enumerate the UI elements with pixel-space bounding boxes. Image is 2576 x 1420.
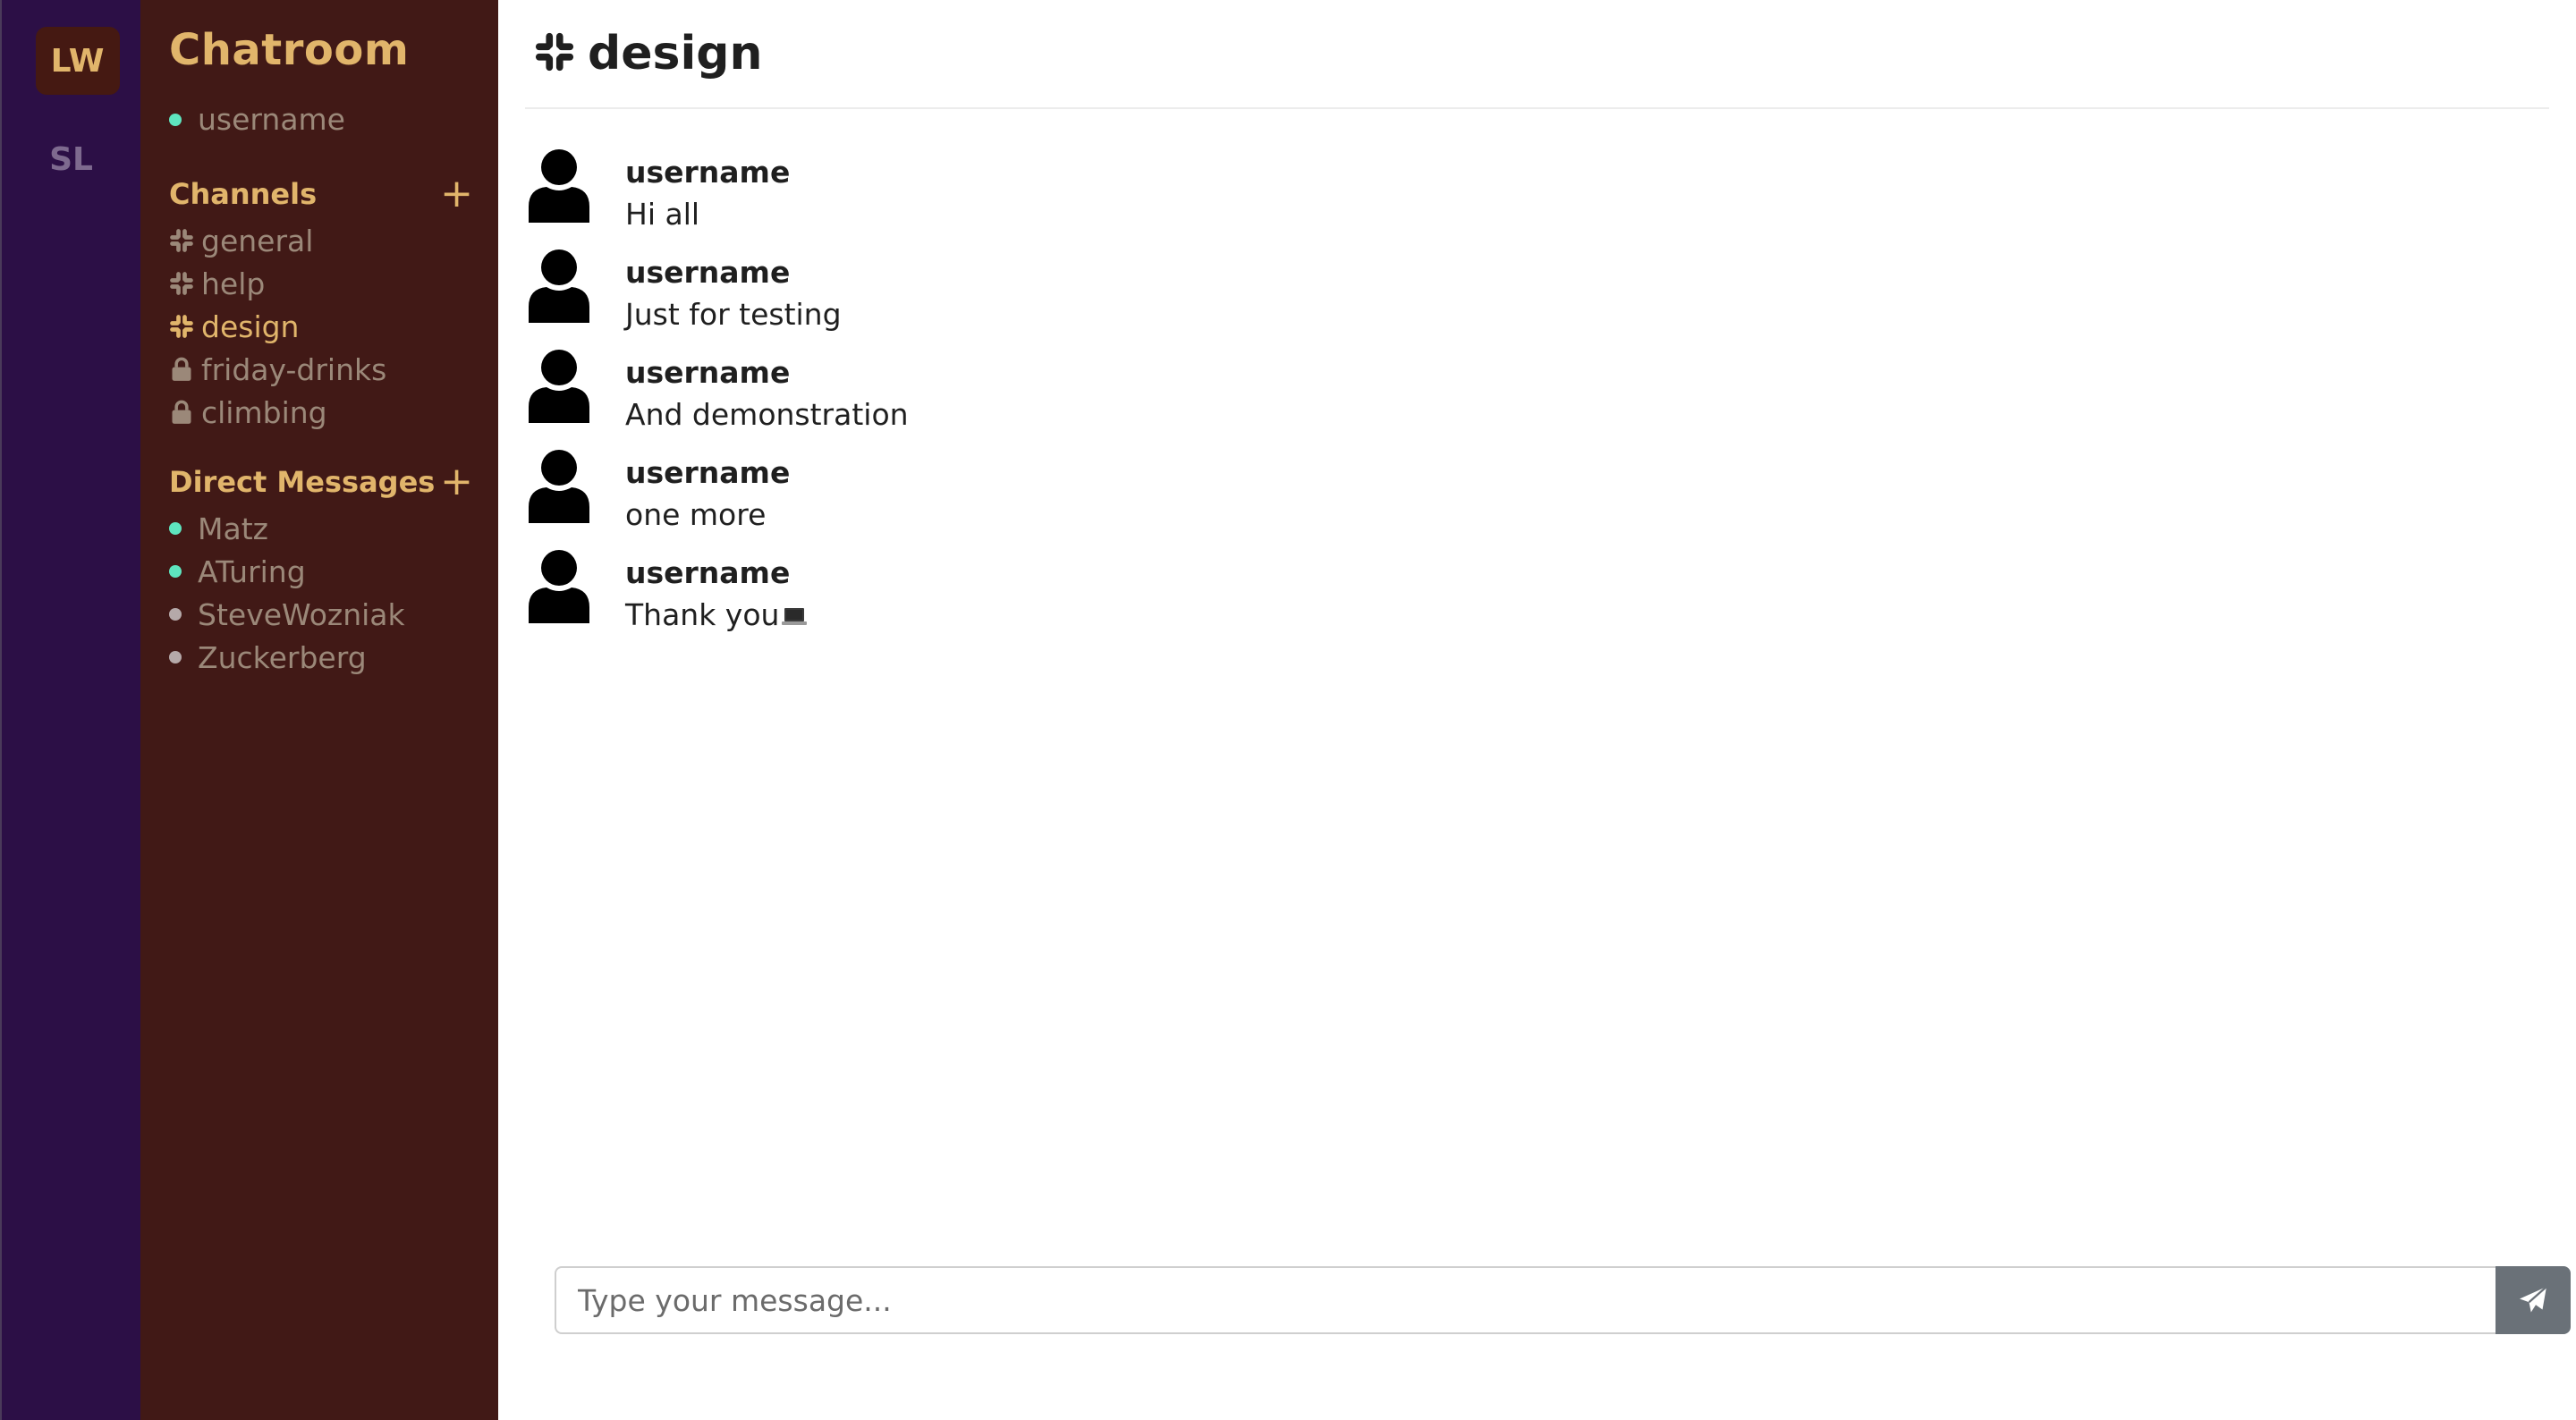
dm-header: Direct Messages +: [169, 462, 473, 502]
dm-item-zuckerberg[interactable]: Zuckerberg: [169, 636, 498, 679]
message-text: Thank you: [625, 597, 808, 632]
workspace-sl[interactable]: SL: [30, 125, 114, 193]
channels-header: Channels +: [169, 174, 473, 214]
message-text: Just for testing: [625, 297, 842, 332]
paper-plane-icon: [2517, 1284, 2549, 1316]
slack-hash-icon: [169, 271, 194, 296]
status-dot-online: [169, 565, 182, 578]
channel-item-help[interactable]: help: [169, 262, 498, 305]
message-author: username: [625, 155, 791, 190]
current-user: username: [169, 102, 498, 137]
lock-icon: [169, 357, 194, 382]
dm-item-stevewozniak[interactable]: SteveWozniak: [169, 593, 498, 636]
message-text: And demonstration: [625, 397, 909, 432]
channel-item-general[interactable]: general: [169, 219, 498, 262]
channel-label: general: [201, 223, 314, 258]
channel-list: general help design friday-drinks climbi…: [169, 219, 498, 434]
message-item: username Thank you: [525, 548, 909, 648]
dm-label: ATuring: [198, 554, 306, 589]
user-avatar-icon: [525, 448, 593, 523]
channel-item-design[interactable]: design: [169, 305, 498, 348]
slack-hash-icon: [169, 228, 194, 253]
message-author: username: [625, 555, 791, 590]
channel-item-climbing[interactable]: climbing: [169, 391, 498, 434]
lock-icon: [169, 400, 194, 425]
status-dot-offline: [169, 651, 182, 664]
status-dot-online: [169, 113, 182, 126]
user-avatar-icon: [525, 548, 593, 623]
message-item: username Hi all: [525, 148, 909, 248]
message-composer: [555, 1266, 2571, 1334]
user-avatar-icon: [525, 248, 593, 323]
status-dot-offline: [169, 608, 182, 621]
dm-header-label: Direct Messages: [169, 465, 436, 499]
dm-label: Matz: [198, 511, 268, 546]
workspace-rail: LW SL: [0, 0, 140, 1420]
dm-label: SteveWozniak: [198, 596, 405, 632]
message-item: username And demonstration: [525, 348, 909, 448]
user-avatar-icon: [525, 148, 593, 223]
channel-label: design: [201, 309, 300, 344]
message-author: username: [625, 455, 791, 490]
message-author: username: [625, 355, 791, 390]
sidebar: Chatroom username Channels + general hel…: [140, 0, 498, 1420]
add-dm-button[interactable]: +: [440, 462, 473, 502]
message-input[interactable]: [555, 1266, 2496, 1334]
message-item: username Just for testing: [525, 248, 909, 348]
dm-list: Matz ATuring SteveWozniak Zuckerberg: [169, 507, 498, 679]
message-text: one more: [625, 497, 767, 532]
channel-label: help: [201, 266, 266, 301]
message-author: username: [625, 255, 791, 290]
dm-item-matz[interactable]: Matz: [169, 507, 498, 550]
dm-item-aturing[interactable]: ATuring: [169, 550, 498, 593]
message-text-content: Thank you: [625, 597, 780, 632]
user-avatar-icon: [525, 348, 593, 423]
add-channel-button[interactable]: +: [440, 174, 473, 214]
channel-label: climbing: [201, 394, 327, 430]
channel-item-friday-drinks[interactable]: friday-drinks: [169, 348, 498, 391]
message-text: Hi all: [625, 197, 700, 232]
laptop-icon: [781, 599, 808, 625]
slack-hash-icon: [169, 314, 194, 339]
app-title: Chatroom: [169, 25, 410, 75]
message-list: username Hi all username Just for testin…: [525, 148, 909, 648]
send-button[interactable]: [2496, 1266, 2571, 1334]
slack-hash-icon: [534, 31, 575, 76]
workspace-lw[interactable]: LW: [35, 27, 120, 95]
message-item: username one more: [525, 448, 909, 548]
page-title: design: [588, 27, 763, 80]
main-panel: design username Hi all username Just for…: [498, 0, 2576, 1420]
current-user-name: username: [198, 102, 345, 137]
channel-header: design: [525, 0, 2549, 109]
channel-label: friday-drinks: [201, 351, 387, 387]
channels-header-label: Channels: [169, 177, 318, 211]
dm-label: Zuckerberg: [198, 639, 367, 675]
status-dot-online: [169, 522, 182, 535]
app: LW SL Chatroom username Channels + gener…: [0, 0, 2576, 1420]
